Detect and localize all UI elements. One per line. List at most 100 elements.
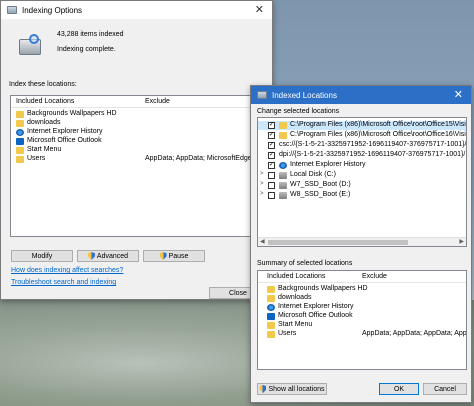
location-name: Start Menu — [278, 321, 313, 328]
indexing-options-window: Indexing Options ✕ 43,288 items indexed … — [0, 0, 273, 300]
folder-icon — [16, 120, 24, 127]
troubleshoot-link[interactable]: Troubleshoot search and indexing — [11, 279, 116, 286]
list-item[interactable]: downloads — [258, 294, 466, 303]
location-name: Backgrounds Wallpapers HD — [278, 285, 368, 292]
window-title: Indexing Options — [22, 5, 83, 15]
how-indexing-affects-link[interactable]: How does indexing affect searches? — [11, 267, 123, 274]
uac-shield-icon — [87, 252, 95, 260]
tree-item-label: Internet Explorer History — [290, 161, 366, 168]
location-name: Microsoft Office Outlook — [278, 312, 353, 319]
locations-list[interactable]: Included Locations Exclude Backgrounds W… — [10, 95, 268, 237]
tree-item[interactable]: ✓ dpi://{S-1-5-21-3325971952-1696119407-3… — [258, 151, 466, 160]
location-checkbox[interactable] — [268, 172, 275, 179]
location-checkbox[interactable]: ✓ — [268, 162, 275, 169]
location-checkbox[interactable]: ✓ — [268, 152, 275, 159]
tree-item[interactable]: ✓ Internet Explorer History — [258, 161, 466, 170]
advanced-label: Advanced — [96, 252, 129, 260]
list-item[interactable]: Start Menu — [258, 321, 466, 330]
exclude-value: AppData; AppData; AppData; AppD... — [362, 330, 467, 337]
drive-icon — [279, 172, 287, 179]
location-name: Start Menu — [27, 146, 62, 153]
list-item[interactable]: Users AppData; AppData; AppData; AppD... — [258, 330, 466, 339]
location-name: Internet Explorer History — [278, 303, 354, 310]
outlook-icon — [16, 138, 24, 145]
indexing-options-titlebar[interactable]: Indexing Options ✕ — [1, 1, 272, 19]
folder-icon — [279, 122, 287, 129]
uac-shield-icon — [159, 252, 167, 260]
location-checkbox[interactable]: ✓ — [268, 132, 275, 139]
summary-list-header: Included Locations Exclude — [258, 271, 466, 283]
scrollbar-thumb[interactable] — [268, 240, 408, 245]
location-name: Backgrounds Wallpapers HD — [27, 110, 117, 117]
list-item[interactable]: Backgrounds Wallpapers HD — [11, 110, 267, 119]
tree-item[interactable]: ✓ C:\Program Files (x86)\Microsoft Office… — [258, 121, 466, 130]
tree-item[interactable]: > W7_SSD_Boot (D:) — [258, 181, 466, 190]
tree-item-label: C:\Program Files (x86)\Microsoft Office\… — [290, 131, 467, 138]
cancel-button[interactable]: Cancel — [423, 383, 467, 395]
scroll-right-icon[interactable]: ▶ — [459, 238, 464, 245]
show-all-locations-button[interactable]: Show all locations — [257, 383, 327, 395]
folder-icon — [279, 132, 287, 139]
ie-icon — [279, 162, 287, 169]
summary-label: Summary of selected locations — [257, 260, 353, 267]
expand-chevron-icon[interactable]: > — [260, 171, 266, 177]
horizontal-scrollbar[interactable]: ◀ ▶ — [258, 237, 466, 246]
modify-button[interactable]: Modify — [11, 250, 73, 262]
cancel-label: Cancel — [434, 385, 456, 393]
show-all-label: Show all locations — [268, 385, 325, 393]
location-name: Microsoft Office Outlook — [27, 137, 102, 144]
location-checkbox[interactable] — [268, 192, 275, 199]
location-checkbox[interactable] — [268, 182, 275, 189]
folder-icon — [267, 322, 275, 329]
close-label: Close — [229, 289, 247, 297]
list-item[interactable]: Internet Explorer History — [258, 303, 466, 312]
pause-label: Pause — [168, 252, 189, 260]
location-name: downloads — [27, 119, 61, 126]
col-exclude-header[interactable]: Exclude — [145, 98, 170, 105]
list-item[interactable]: Start Menu — [11, 146, 267, 155]
locations-list-header: Included Locations Exclude — [11, 96, 267, 108]
tree-item-label: Local Disk (C:) — [290, 171, 336, 178]
expand-chevron-icon[interactable]: > — [260, 181, 266, 187]
tree-item[interactable]: > Local Disk (C:) — [258, 171, 466, 180]
folder-icon — [16, 147, 24, 154]
col-included-header[interactable]: Included Locations — [16, 98, 74, 105]
list-item[interactable]: Microsoft Office Outlook — [11, 137, 267, 146]
pause-button[interactable]: Pause — [143, 250, 205, 262]
folder-icon — [16, 111, 24, 118]
indexing-status: Indexing complete. — [57, 46, 116, 53]
close-icon[interactable]: ✕ — [454, 88, 463, 102]
col-included-header[interactable]: Included Locations — [267, 273, 325, 280]
location-checkbox[interactable]: ✓ — [268, 122, 275, 129]
locations-label: Index these locations: — [9, 81, 77, 88]
list-item[interactable]: Users AppData; AppData; MicrosoftEdgeBack… — [11, 155, 267, 164]
window-title: Indexed Locations — [272, 90, 337, 100]
items-indexed-count: 43,288 items indexed — [57, 31, 124, 38]
tree-item-label: csc://{S-1-5-21-3325971952-1696119407-37… — [279, 141, 467, 148]
ok-button[interactable]: OK — [379, 383, 419, 395]
list-item[interactable]: Microsoft Office Outlook — [258, 312, 466, 321]
tree-item[interactable]: > W8_SSD_Boot (E:) — [258, 191, 466, 200]
location-name: Users — [278, 330, 297, 337]
list-item[interactable]: downloads — [11, 119, 267, 128]
scroll-left-icon[interactable]: ◀ — [260, 238, 265, 245]
ok-label: OK — [393, 385, 405, 393]
col-exclude-header[interactable]: Exclude — [362, 273, 387, 280]
close-icon[interactable]: ✕ — [255, 3, 264, 17]
tree-item[interactable]: ✓ csc://{S-1-5-21-3325971952-1696119407-3… — [258, 141, 466, 150]
list-item[interactable]: Internet Explorer History — [11, 128, 267, 137]
location-name: downloads — [278, 294, 312, 301]
advanced-button[interactable]: Advanced — [77, 250, 139, 262]
list-item[interactable]: Backgrounds Wallpapers HD — [258, 285, 466, 294]
location-checkbox[interactable]: ✓ — [268, 142, 275, 149]
expand-chevron-icon[interactable]: > — [260, 191, 266, 197]
tree-item-label: C:\Program Files (x86)\Microsoft Office\… — [290, 121, 467, 128]
drive-icon — [279, 192, 287, 199]
folder-icon — [267, 295, 275, 302]
tree-item-label: dpi://{S-1-5-21-3325971952-1696119407-37… — [279, 151, 466, 158]
indexed-locations-titlebar[interactable]: Indexed Locations ✕ — [251, 86, 471, 104]
summary-list[interactable]: Included Locations Exclude Backgrounds W… — [257, 270, 467, 370]
locations-tree[interactable]: ✓ C:\Program Files (x86)\Microsoft Office… — [257, 117, 467, 247]
tree-item[interactable]: ✓ C:\Program Files (x86)\Microsoft Office… — [258, 131, 466, 140]
folder-icon — [267, 331, 275, 338]
